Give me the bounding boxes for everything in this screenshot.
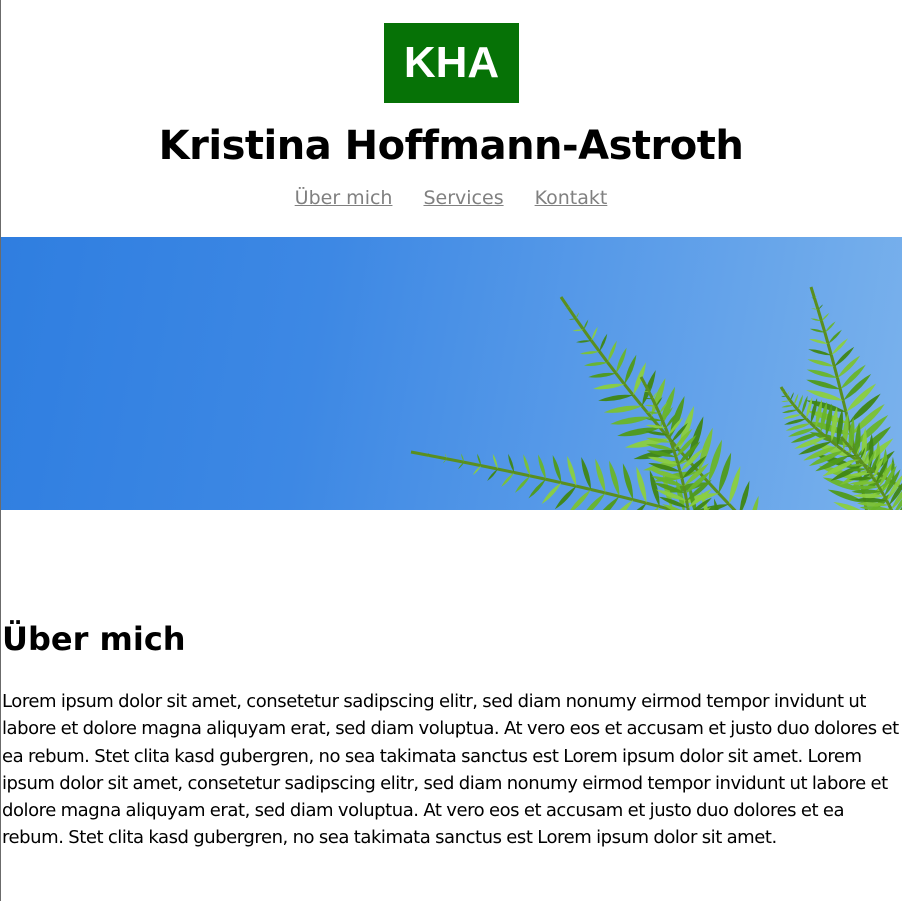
nav-link-services[interactable]: Services — [423, 184, 503, 212]
site-title: Kristina Hoffmann-Astroth — [158, 123, 744, 169]
hero-image — [1, 237, 902, 510]
about-paragraph: Lorem ipsum dolor sit amet, consetetur s… — [2, 691, 899, 849]
logo-text: KHA — [403, 38, 500, 87]
nav-link-kontakt[interactable]: Kontakt — [535, 184, 608, 212]
nav-link-ueber-mich[interactable]: Über mich — [295, 184, 393, 212]
main-navigation: Über mich Services Kontakt — [0, 184, 902, 212]
site-logo[interactable]: KHA — [384, 23, 519, 103]
fern-leaves-illustration — [410, 286, 902, 510]
about-heading: Über mich — [2, 620, 186, 658]
